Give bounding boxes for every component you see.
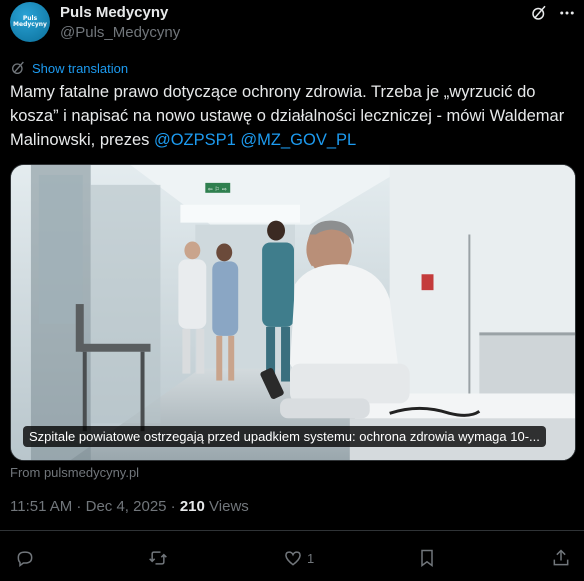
author-handle[interactable]: @Puls_Medycyny — [60, 24, 180, 41]
link-card[interactable]: ⇦ ⚐ ⇨ Szpitale powiatowe ostrzegają prze… — [10, 164, 576, 461]
tweet-time[interactable]: 11:51 AM — [10, 498, 72, 515]
share-icon — [553, 549, 569, 566]
tweet-header: Puls Medycyny Puls Medycyny @Puls_Medycyn… — [10, 2, 576, 46]
tweet-meta: 11:51 AM · Dec 4, 2025 · 210 Views — [10, 498, 249, 515]
heart-icon — [285, 551, 301, 566]
mention-ozpsp1[interactable]: @OZPSP1 — [154, 131, 236, 149]
bookmark-icon — [421, 549, 433, 567]
tweet-date[interactable]: Dec 4, 2025 — [86, 498, 167, 515]
more-options-icon[interactable] — [558, 4, 576, 22]
card-image: ⇦ ⚐ ⇨ — [11, 165, 575, 460]
card-title: Szpitale powiatowe ostrzegają przed upad… — [23, 426, 546, 447]
show-translation-label: Show translation — [32, 60, 129, 76]
views-label: Views — [204, 498, 249, 515]
meta-separator: · — [72, 498, 86, 515]
views-count: 210 — [179, 498, 205, 515]
bookmark-button[interactable] — [417, 545, 437, 571]
reply-icon — [17, 551, 33, 567]
action-bar: 1 — [0, 545, 584, 571]
exit-sign: ⇦ ⚐ ⇨ — [208, 186, 227, 193]
translate-icon — [12, 61, 24, 74]
author-name[interactable]: Puls Medycyny — [60, 4, 168, 21]
share-button[interactable] — [551, 545, 571, 571]
grok-icon[interactable] — [530, 4, 548, 22]
avatar-logo-text: Puls Medycyny — [13, 15, 47, 28]
reply-button[interactable] — [15, 545, 39, 571]
like-count: 1 — [307, 550, 315, 566]
card-source[interactable]: From pulsmedycyny.pl — [10, 465, 139, 480]
mention-mz-gov-pl[interactable]: @MZ_GOV_PL — [240, 131, 356, 149]
like-button[interactable]: 1 — [283, 545, 314, 571]
divider — [0, 530, 584, 531]
repost-icon — [149, 551, 167, 565]
repost-button[interactable] — [148, 545, 172, 571]
show-translation-link[interactable]: Show translation — [10, 60, 128, 76]
tweet-text: Mamy fatalne prawo dotyczące ochrony zdr… — [10, 80, 576, 152]
avatar[interactable]: Puls Medycyny — [10, 2, 50, 42]
meta-separator: · — [166, 498, 180, 515]
